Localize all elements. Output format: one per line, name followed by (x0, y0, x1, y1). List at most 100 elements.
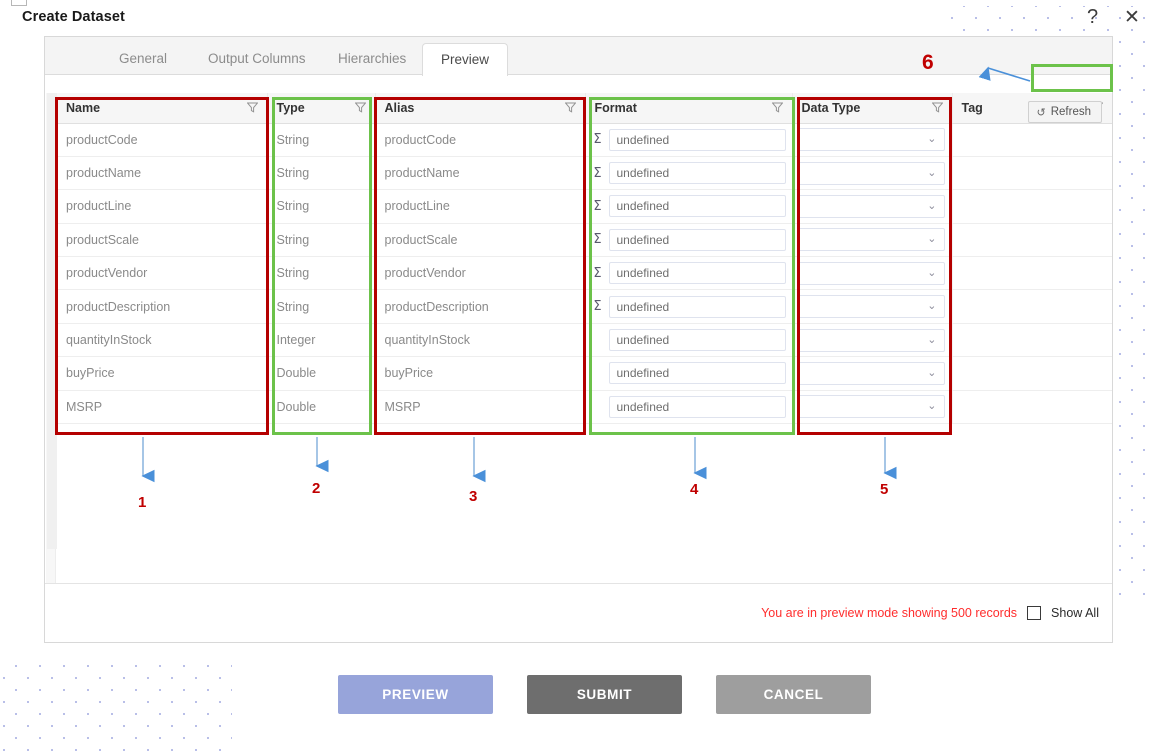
cell-name: productScale (57, 223, 268, 258)
cell-tag[interactable] (952, 356, 1112, 391)
data-type-select[interactable]: ⌄ (797, 261, 945, 285)
tab-general[interactable]: General (101, 43, 185, 75)
table-row: productLine String productLine Σundefined ⌄ (57, 189, 1112, 224)
format-input[interactable]: undefined (608, 395, 786, 418)
cell-type: Double (267, 356, 376, 391)
data-type-select[interactable]: ⌄ (797, 194, 945, 218)
cell-type: String (267, 156, 376, 191)
cancel-button[interactable]: CANCEL (716, 675, 871, 714)
table-row: productScale String productScale Σundefined… (57, 223, 1112, 258)
filter-funnel-icon[interactable] (564, 102, 576, 113)
cell-type: String (267, 189, 376, 224)
sigma-icon[interactable]: Σ (592, 232, 604, 247)
cell-data-type: ⌄ (792, 390, 953, 425)
cell-tag[interactable] (952, 223, 1112, 258)
preview-mode-bar: You are in preview mode showing 500 reco… (45, 583, 1112, 642)
table-row: productName String productName Σundefined ⌄ (57, 156, 1112, 191)
cell-name: buyPrice (57, 356, 268, 391)
data-type-select[interactable]: ⌄ (797, 161, 945, 185)
cell-name: productCode (57, 123, 268, 157)
cell-format: Σundefined (585, 256, 793, 291)
column-header-name[interactable]: Name (57, 93, 268, 124)
format-input[interactable]: undefined (608, 228, 786, 251)
filter-funnel-icon[interactable] (771, 102, 783, 113)
sigma-icon[interactable]: Σ (592, 299, 604, 314)
data-type-select[interactable]: ⌄ (797, 328, 945, 352)
cell-alias: quantityInStock (375, 323, 586, 358)
cell-tag[interactable] (952, 390, 1112, 425)
column-header-type-label: Type (276, 100, 305, 115)
cell-tag[interactable] (952, 289, 1112, 324)
tab-preview[interactable]: Preview (422, 43, 509, 76)
chevron-down-icon: ⌄ (927, 366, 937, 379)
column-header-alias-label: Alias (384, 100, 415, 115)
sigma-icon[interactable]: Σ (592, 132, 604, 147)
data-type-select[interactable]: ⌄ (797, 228, 945, 252)
cell-tag[interactable] (952, 123, 1112, 157)
close-icon[interactable]: ✕ (1124, 8, 1140, 27)
sigma-icon[interactable]: Σ (592, 266, 604, 281)
table-row: productCode String productCode Σundefined ⌄ (57, 123, 1112, 157)
data-type-select[interactable]: ⌄ (797, 128, 945, 152)
column-header-format-label: Format (594, 100, 637, 115)
cell-format: Σundefined (585, 289, 793, 324)
cell-name: MSRP (57, 390, 268, 425)
cell-name: productLine (57, 189, 268, 224)
cell-data-type: ⌄ (792, 256, 953, 291)
preview-mode-message: You are in preview mode showing 500 reco… (761, 606, 1018, 620)
sigma-icon[interactable]: Σ (592, 166, 604, 181)
column-header-data-type[interactable]: Data Type (792, 93, 953, 124)
cell-data-type: ⌄ (792, 223, 953, 258)
sigma-icon[interactable]: Σ (592, 199, 604, 214)
cell-type: String (267, 223, 376, 258)
column-header-format[interactable]: Format (585, 93, 793, 124)
cell-name: quantityInStock (57, 323, 268, 358)
format-input[interactable]: undefined (608, 128, 786, 151)
data-type-select[interactable]: ⌄ (797, 361, 945, 385)
format-input[interactable]: undefined (608, 362, 786, 385)
filter-funnel-icon[interactable] (931, 102, 943, 113)
cell-format: Σundefined (585, 156, 793, 191)
cell-tag[interactable] (952, 189, 1112, 224)
page-surface-top (0, 0, 1152, 6)
cell-tag[interactable] (952, 323, 1112, 358)
preview-grid-container: Name Type Alias Format Data Type Tag pro… (45, 93, 1112, 584)
format-input[interactable]: undefined (608, 195, 786, 218)
cell-tag[interactable] (952, 156, 1112, 191)
cell-name: productVendor (57, 256, 268, 291)
cell-format: undefined (585, 356, 793, 391)
data-type-select[interactable]: ⌄ (797, 395, 945, 419)
tab-output-columns[interactable]: Output Columns (190, 43, 324, 75)
grid-vertical-scrollbar[interactable] (46, 93, 57, 584)
cell-tag[interactable] (952, 256, 1112, 291)
show-all-checkbox[interactable] (1027, 606, 1042, 620)
filter-funnel-icon[interactable] (354, 102, 366, 113)
column-header-type[interactable]: Type (267, 93, 376, 124)
submit-button[interactable]: SUBMIT (527, 675, 682, 714)
tab-bar: General Output Columns Hierarchies Previ… (45, 37, 1112, 76)
format-input[interactable]: undefined (608, 262, 786, 285)
cell-alias: productDescription (375, 289, 586, 324)
cell-alias: productVendor (375, 256, 586, 291)
filter-funnel-icon[interactable] (246, 102, 258, 113)
format-input[interactable]: undefined (608, 295, 786, 318)
refresh-button[interactable]: ↺ Refresh (1027, 101, 1102, 123)
question-mark-icon[interactable]: ? (1087, 7, 1098, 27)
cell-alias: buyPrice (375, 356, 586, 391)
table-row: quantityInStock Integer quantityInStock und… (57, 323, 1112, 358)
cell-type: String (267, 123, 376, 157)
grid-scrollbar-thumb[interactable] (47, 93, 57, 549)
format-input[interactable]: undefined (608, 329, 786, 352)
format-input[interactable]: undefined (608, 162, 786, 185)
chevron-down-icon: ⌄ (927, 400, 937, 413)
window-corner-marker (11, 0, 27, 6)
data-type-select[interactable]: ⌄ (797, 295, 945, 319)
column-header-alias[interactable]: Alias (375, 93, 586, 124)
cell-data-type: ⌄ (792, 356, 953, 391)
grid-header-row: Name Type Alias Format Data Type Tag (57, 93, 1112, 124)
preview-button[interactable]: PREVIEW (338, 675, 493, 714)
chevron-down-icon: ⌄ (927, 300, 937, 313)
chevron-down-icon: ⌄ (927, 166, 937, 179)
show-all-label: Show All (1051, 606, 1099, 620)
tab-hierarchies[interactable]: Hierarchies (320, 43, 424, 75)
